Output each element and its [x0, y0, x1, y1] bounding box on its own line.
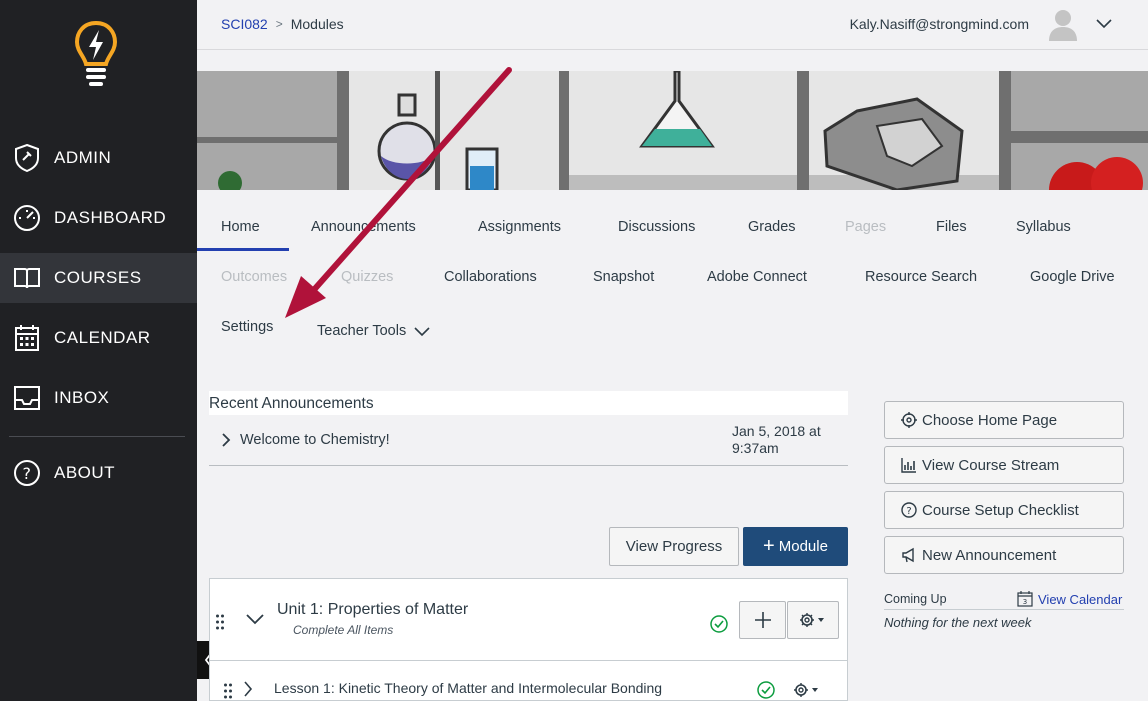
tab-settings[interactable]: Settings	[221, 319, 273, 335]
breadcrumb-course-link[interactable]: SCI082	[221, 16, 268, 32]
nav-item-inbox[interactable]: INBOX	[0, 373, 197, 423]
announcement-title[interactable]: Welcome to Chemistry!	[240, 432, 390, 448]
drag-handle-icon[interactable]	[223, 683, 233, 699]
nav-item-calendar[interactable]: CALENDAR	[0, 313, 197, 363]
tab-teacher-tools[interactable]: Teacher Tools	[317, 323, 431, 339]
module-header[interactable]: Unit 1: Properties of Matter Complete Al…	[210, 579, 847, 661]
tab-files[interactable]: Files	[936, 219, 967, 235]
view-calendar-label: View Calendar	[1038, 591, 1123, 607]
nav-divider	[9, 436, 185, 437]
nav-item-label: DASHBOARD	[54, 208, 167, 227]
active-tab-indicator	[197, 248, 289, 251]
course-setup-checklist-button[interactable]: ? Course Setup Checklist	[884, 491, 1124, 529]
course-setup-checklist-label: Course Setup Checklist	[922, 501, 1079, 519]
nav-item-about[interactable]: ? ABOUT	[0, 448, 197, 498]
user-email: Kaly.Nasiff@strongmind.com	[849, 16, 1029, 32]
course-banner-image	[197, 71, 1148, 190]
nav-item-label: CALENDAR	[54, 328, 151, 347]
tab-home[interactable]: Home	[221, 219, 260, 235]
nav-item-label: INBOX	[54, 388, 110, 407]
view-course-stream-button[interactable]: View Course Stream	[884, 446, 1124, 484]
chevron-down-icon	[414, 327, 430, 337]
module-item-title[interactable]: Lesson 1: Kinetic Theory of Matter and I…	[274, 680, 662, 696]
tab-outcomes[interactable]: Outcomes	[221, 269, 287, 285]
published-check-icon[interactable]	[757, 681, 775, 699]
announcement-date: Jan 5, 2018 at 9:37am	[732, 423, 842, 457]
plus-icon: +	[763, 535, 775, 557]
add-module-button[interactable]: + Module	[743, 527, 848, 566]
tab-grades[interactable]: Grades	[748, 219, 796, 235]
tab-quizzes[interactable]: Quizzes	[341, 269, 393, 285]
gear-icon[interactable]	[793, 682, 821, 698]
coming-up-empty-message: Nothing for the next week	[884, 615, 1032, 630]
chevron-right-icon[interactable]	[221, 433, 231, 447]
module-settings-button[interactable]	[787, 601, 839, 639]
announcement-date-line1: Jan 5, 2018 at	[732, 423, 821, 439]
tab-google-drive[interactable]: Google Drive	[1030, 269, 1115, 285]
svg-text:?: ?	[906, 506, 911, 517]
nav-item-label: COURSES	[54, 268, 142, 287]
admin-icon	[13, 144, 41, 172]
courses-icon	[13, 264, 41, 292]
svg-text:?: ?	[23, 464, 32, 483]
published-check-icon[interactable]	[710, 615, 728, 633]
module-title: Unit 1: Properties of Matter	[277, 601, 469, 618]
calendar-icon	[13, 324, 41, 352]
nav-item-dashboard[interactable]: DASHBOARD	[0, 193, 197, 243]
tab-assignments[interactable]: Assignments	[478, 219, 561, 235]
avatar[interactable]	[1046, 7, 1080, 41]
announcement-date-line2: 9:37am	[732, 440, 779, 456]
recent-announcements-header: Recent Announcements	[209, 391, 848, 415]
dashboard-icon	[13, 204, 41, 232]
module-card: Unit 1: Properties of Matter Complete Al…	[209, 578, 848, 701]
tab-pages[interactable]: Pages	[845, 219, 886, 235]
plus-icon	[754, 612, 771, 628]
target-icon	[900, 411, 918, 429]
svg-text:3: 3	[1023, 598, 1027, 606]
view-course-stream-label: View Course Stream	[922, 456, 1060, 474]
tab-announcements[interactable]: Announcements	[311, 219, 416, 235]
nav-item-label: ADMIN	[54, 148, 112, 167]
lightbulb-logo-icon[interactable]	[72, 20, 120, 88]
chevron-down-icon[interactable]	[1096, 16, 1112, 32]
tab-teacher-tools-label: Teacher Tools	[317, 323, 407, 339]
breadcrumb: SCI082 > Modules	[221, 16, 344, 32]
tab-resource-search[interactable]: Resource Search	[865, 269, 977, 285]
top-header: SCI082 > Modules Kaly.Nasiff@strongmind.…	[197, 0, 1148, 50]
add-module-label: Module	[778, 538, 828, 555]
nav-item-admin[interactable]: ADMIN	[0, 133, 197, 183]
add-module-item-button[interactable]	[739, 601, 786, 639]
calendar-icon: 3	[1017, 591, 1033, 607]
chevron-down-icon[interactable]	[246, 613, 264, 625]
module-requirement: Complete All Items	[293, 623, 394, 637]
view-progress-button[interactable]: View Progress	[609, 527, 739, 566]
tab-syllabus[interactable]: Syllabus	[1016, 219, 1071, 235]
global-nav-sidebar: ADMIN DASHBOARD COURSES CALENDAR INBOX ?…	[0, 0, 197, 701]
about-icon: ?	[13, 459, 41, 487]
question-icon: ?	[900, 501, 918, 519]
tab-collaborations[interactable]: Collaborations	[444, 269, 537, 285]
choose-home-page-button[interactable]: Choose Home Page	[884, 401, 1124, 439]
announcement-row[interactable]: Welcome to Chemistry! Jan 5, 2018 at 9:3…	[209, 415, 848, 466]
inbox-icon	[13, 384, 41, 412]
coming-up-divider	[884, 609, 1124, 610]
new-announcement-label: New Announcement	[922, 546, 1057, 564]
tab-discussions[interactable]: Discussions	[618, 219, 695, 235]
breadcrumb-separator: >	[275, 17, 283, 31]
tab-snapshot[interactable]: Snapshot	[593, 269, 654, 285]
choose-home-page-label: Choose Home Page	[922, 411, 1058, 429]
chart-icon	[900, 456, 918, 474]
nav-item-label: ABOUT	[54, 463, 116, 482]
breadcrumb-current: Modules	[290, 16, 344, 32]
nav-item-courses[interactable]: COURSES	[0, 253, 197, 303]
view-calendar-link[interactable]: 3 View Calendar	[1017, 591, 1122, 607]
gear-icon	[800, 613, 824, 627]
chevron-right-icon[interactable]	[243, 681, 253, 697]
tab-adobe-connect[interactable]: Adobe Connect	[707, 269, 807, 285]
drag-handle-icon[interactable]	[215, 614, 225, 630]
megaphone-icon	[900, 546, 918, 564]
new-announcement-button[interactable]: New Announcement	[884, 536, 1124, 574]
